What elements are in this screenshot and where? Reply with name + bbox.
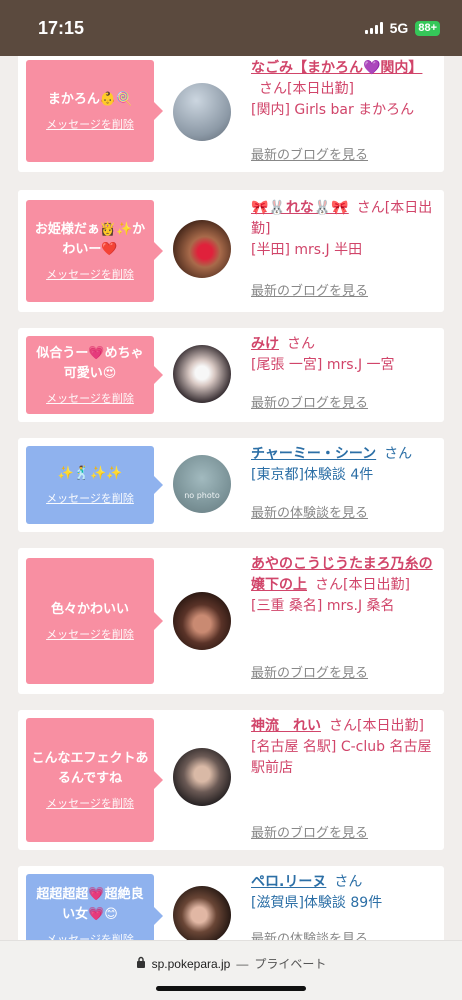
latest-review-link[interactable]: 最新の体験談を見る bbox=[251, 502, 368, 521]
latest-review-link[interactable]: 最新の体験談を見る bbox=[251, 928, 368, 940]
girl-name-link[interactable]: 神流 れい bbox=[251, 718, 321, 734]
home-indicator[interactable] bbox=[156, 986, 306, 991]
message-text: こんなエフェクトあるんですね bbox=[31, 751, 149, 786]
avatar[interactable] bbox=[173, 83, 231, 141]
avatar[interactable] bbox=[173, 345, 231, 403]
shop-location: [名古屋 名駅] C-club 名古屋駅前店 bbox=[251, 739, 432, 776]
san-suffix: さん bbox=[329, 718, 357, 734]
latest-blog-link[interactable]: 最新のブログを見る bbox=[251, 280, 368, 299]
status-time: 17:15 bbox=[38, 18, 85, 38]
browser-url-bar[interactable]: sp.pokepara.jp — プライベート bbox=[0, 940, 462, 1000]
list-item: ✨🕺✨✨ メッセージを削除 no photo チャーミー・シーン さん [東京都]… bbox=[18, 438, 444, 532]
message-text: 超超超超💗超絶良い女💗😊 bbox=[36, 887, 144, 922]
url-text: sp.pokepara.jp bbox=[151, 956, 231, 971]
message-bubble: お姫様だぁ👸✨かわいー❤️ メッセージを削除 bbox=[26, 200, 163, 302]
avatar[interactable] bbox=[173, 592, 231, 650]
list-item: 超超超超💗超絶良い女💗😊 メッセージを削除 ペロ.リーヌ さん [滋賀県]体験談 … bbox=[18, 866, 444, 940]
avatar[interactable] bbox=[173, 220, 231, 278]
message-list: まかろん👶🍭 メッセージを削除 なごみ【まかろん💜関内】さん[本日出勤] [関内… bbox=[0, 56, 462, 940]
status-text: [本日出勤] bbox=[287, 81, 354, 97]
private-mode-label: プライベート bbox=[254, 957, 327, 971]
message-text: お姫様だぁ👸✨かわいー❤️ bbox=[34, 222, 146, 257]
latest-blog-link[interactable]: 最新のブログを見る bbox=[251, 822, 368, 841]
message-bubble: 似合うー💗めちゃ可愛い😍 メッセージを削除 bbox=[26, 336, 163, 414]
message-bubble: 超超超超💗超絶良い女💗😊 メッセージを削除 bbox=[26, 874, 163, 940]
message-text: ✨🕺✨✨ bbox=[57, 466, 123, 481]
list-item: こんなエフェクトあるんですね メッセージを削除 神流 れい さん[本日出勤] [名… bbox=[18, 710, 444, 850]
san-suffix: さん bbox=[315, 577, 343, 593]
message-bubble: まかろん👶🍭 メッセージを削除 bbox=[26, 60, 163, 162]
message-text: まかろん👶🍭 bbox=[47, 92, 133, 107]
message-bubble: ✨🕺✨✨ メッセージを削除 bbox=[26, 446, 163, 524]
girl-name-link[interactable]: なごみ【まかろん💜関内】 bbox=[251, 60, 422, 76]
lock-icon bbox=[136, 956, 146, 971]
delete-message-link[interactable]: メッセージを削除 bbox=[46, 116, 134, 132]
delete-message-link[interactable]: メッセージを削除 bbox=[46, 266, 134, 282]
girl-info: 神流 れい さん[本日出勤] [名古屋 名駅] C-club 名古屋駅前店 bbox=[251, 716, 436, 779]
status-bar: 17:15 5G 88+ bbox=[0, 0, 462, 56]
avatar[interactable] bbox=[173, 748, 231, 806]
san-suffix: さん bbox=[356, 200, 385, 216]
girl-name-link[interactable]: ペロ.リーヌ bbox=[251, 874, 326, 890]
girl-info: 🎀🐰れな🐰🎀 さん[本日出勤] [半田] mrs.J 半田 bbox=[251, 198, 436, 261]
san-suffix: さん bbox=[334, 874, 363, 890]
delete-message-link[interactable]: メッセージを削除 bbox=[46, 490, 134, 506]
girl-name-link[interactable]: 🎀🐰れな🐰🎀 bbox=[251, 200, 349, 216]
delete-message-link[interactable]: メッセージを削除 bbox=[46, 795, 134, 811]
delete-message-link[interactable]: メッセージを削除 bbox=[46, 626, 134, 642]
girl-info: なごみ【まかろん💜関内】さん[本日出勤] [関内] Girls bar まかろん bbox=[251, 58, 436, 121]
latest-blog-link[interactable]: 最新のブログを見る bbox=[251, 392, 368, 411]
list-item: 似合うー💗めちゃ可愛い😍 メッセージを削除 みけ さん [尾張 一宮] mrs.J… bbox=[18, 328, 444, 422]
message-text: 色々かわいい bbox=[50, 602, 129, 617]
avatar[interactable] bbox=[173, 886, 231, 940]
girl-name-link[interactable]: チャーミー・シーン bbox=[251, 446, 376, 462]
list-item: まかろん👶🍭 メッセージを削除 なごみ【まかろん💜関内】さん[本日出勤] [関内… bbox=[18, 56, 444, 172]
signal-icon bbox=[364, 22, 383, 34]
girl-info: みけ さん [尾張 一宮] mrs.J 一宮 bbox=[251, 334, 436, 376]
girl-info: チャーミー・シーン さん [東京都]体験談 4件 bbox=[251, 444, 436, 486]
shop-location: [関内] Girls bar まかろん bbox=[251, 102, 415, 118]
shop-location: [半田] mrs.J 半田 bbox=[251, 242, 363, 258]
san-suffix: さん bbox=[287, 336, 315, 352]
avatar[interactable]: no photo bbox=[173, 455, 231, 513]
message-text: 似合うー💗めちゃ可愛い😍 bbox=[36, 346, 144, 381]
message-bubble: 色々かわいい メッセージを削除 bbox=[26, 558, 163, 684]
list-item: 色々かわいい メッセージを削除 あやのこうじうたまろ乃糸の嬢下の上 さん[本日出勤… bbox=[18, 548, 444, 694]
shop-location: [三重 桑名] mrs.J 桑名 bbox=[251, 598, 395, 614]
status-text: [本日出勤] bbox=[357, 718, 424, 734]
latest-blog-link[interactable]: 最新のブログを見る bbox=[251, 144, 368, 163]
delete-message-link[interactable]: メッセージを削除 bbox=[46, 931, 134, 940]
experience-count: [東京都]体験談 4件 bbox=[251, 467, 374, 483]
url-row[interactable]: sp.pokepara.jp — プライベート bbox=[0, 955, 462, 972]
shop-location: [尾張 一宮] mrs.J 一宮 bbox=[251, 357, 395, 373]
message-bubble: こんなエフェクトあるんですね メッセージを削除 bbox=[26, 718, 163, 842]
status-text: [本日出勤] bbox=[343, 577, 410, 593]
delete-message-link[interactable]: メッセージを削除 bbox=[46, 390, 134, 406]
girl-info: ペロ.リーヌ さん [滋賀県]体験談 89件 bbox=[251, 872, 436, 914]
latest-blog-link[interactable]: 最新のブログを見る bbox=[251, 662, 368, 681]
no-photo-label: no photo bbox=[184, 491, 220, 500]
san-suffix: さん bbox=[259, 81, 287, 97]
girl-info: あやのこうじうたまろ乃糸の嬢下の上 さん[本日出勤] [三重 桑名] mrs.J … bbox=[251, 554, 436, 617]
experience-count: [滋賀県]体験談 89件 bbox=[251, 895, 383, 911]
san-suffix: さん bbox=[384, 446, 413, 462]
girl-name-link[interactable]: みけ bbox=[251, 336, 279, 352]
battery-icon: 88+ bbox=[415, 20, 440, 36]
list-item: お姫様だぁ👸✨かわいー❤️ メッセージを削除 🎀🐰れな🐰🎀 さん[本日出勤] [半… bbox=[18, 190, 444, 312]
url-separator: — bbox=[236, 956, 249, 971]
status-icons: 5G 88+ bbox=[364, 20, 440, 36]
network-type: 5G bbox=[389, 20, 409, 36]
